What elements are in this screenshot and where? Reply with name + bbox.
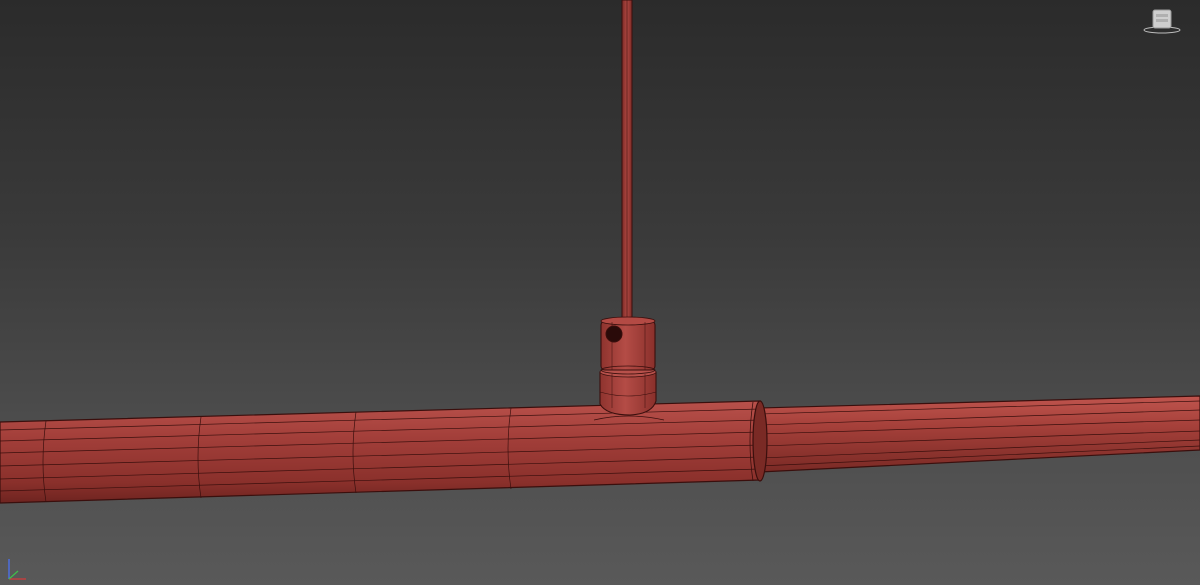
viewcube-icon[interactable] (1142, 6, 1182, 34)
main-pipe-right[interactable] (759, 395, 1200, 473)
rod-clamp[interactable] (600, 316, 656, 375)
main-pipe-left[interactable] (0, 400, 761, 504)
scene-render[interactable] (0, 0, 1200, 585)
3d-viewport[interactable] (0, 0, 1200, 585)
clamp-bolt-hole (605, 325, 623, 343)
axis-gizmo-icon (4, 553, 30, 581)
hanger-rod[interactable] (621, 0, 633, 323)
